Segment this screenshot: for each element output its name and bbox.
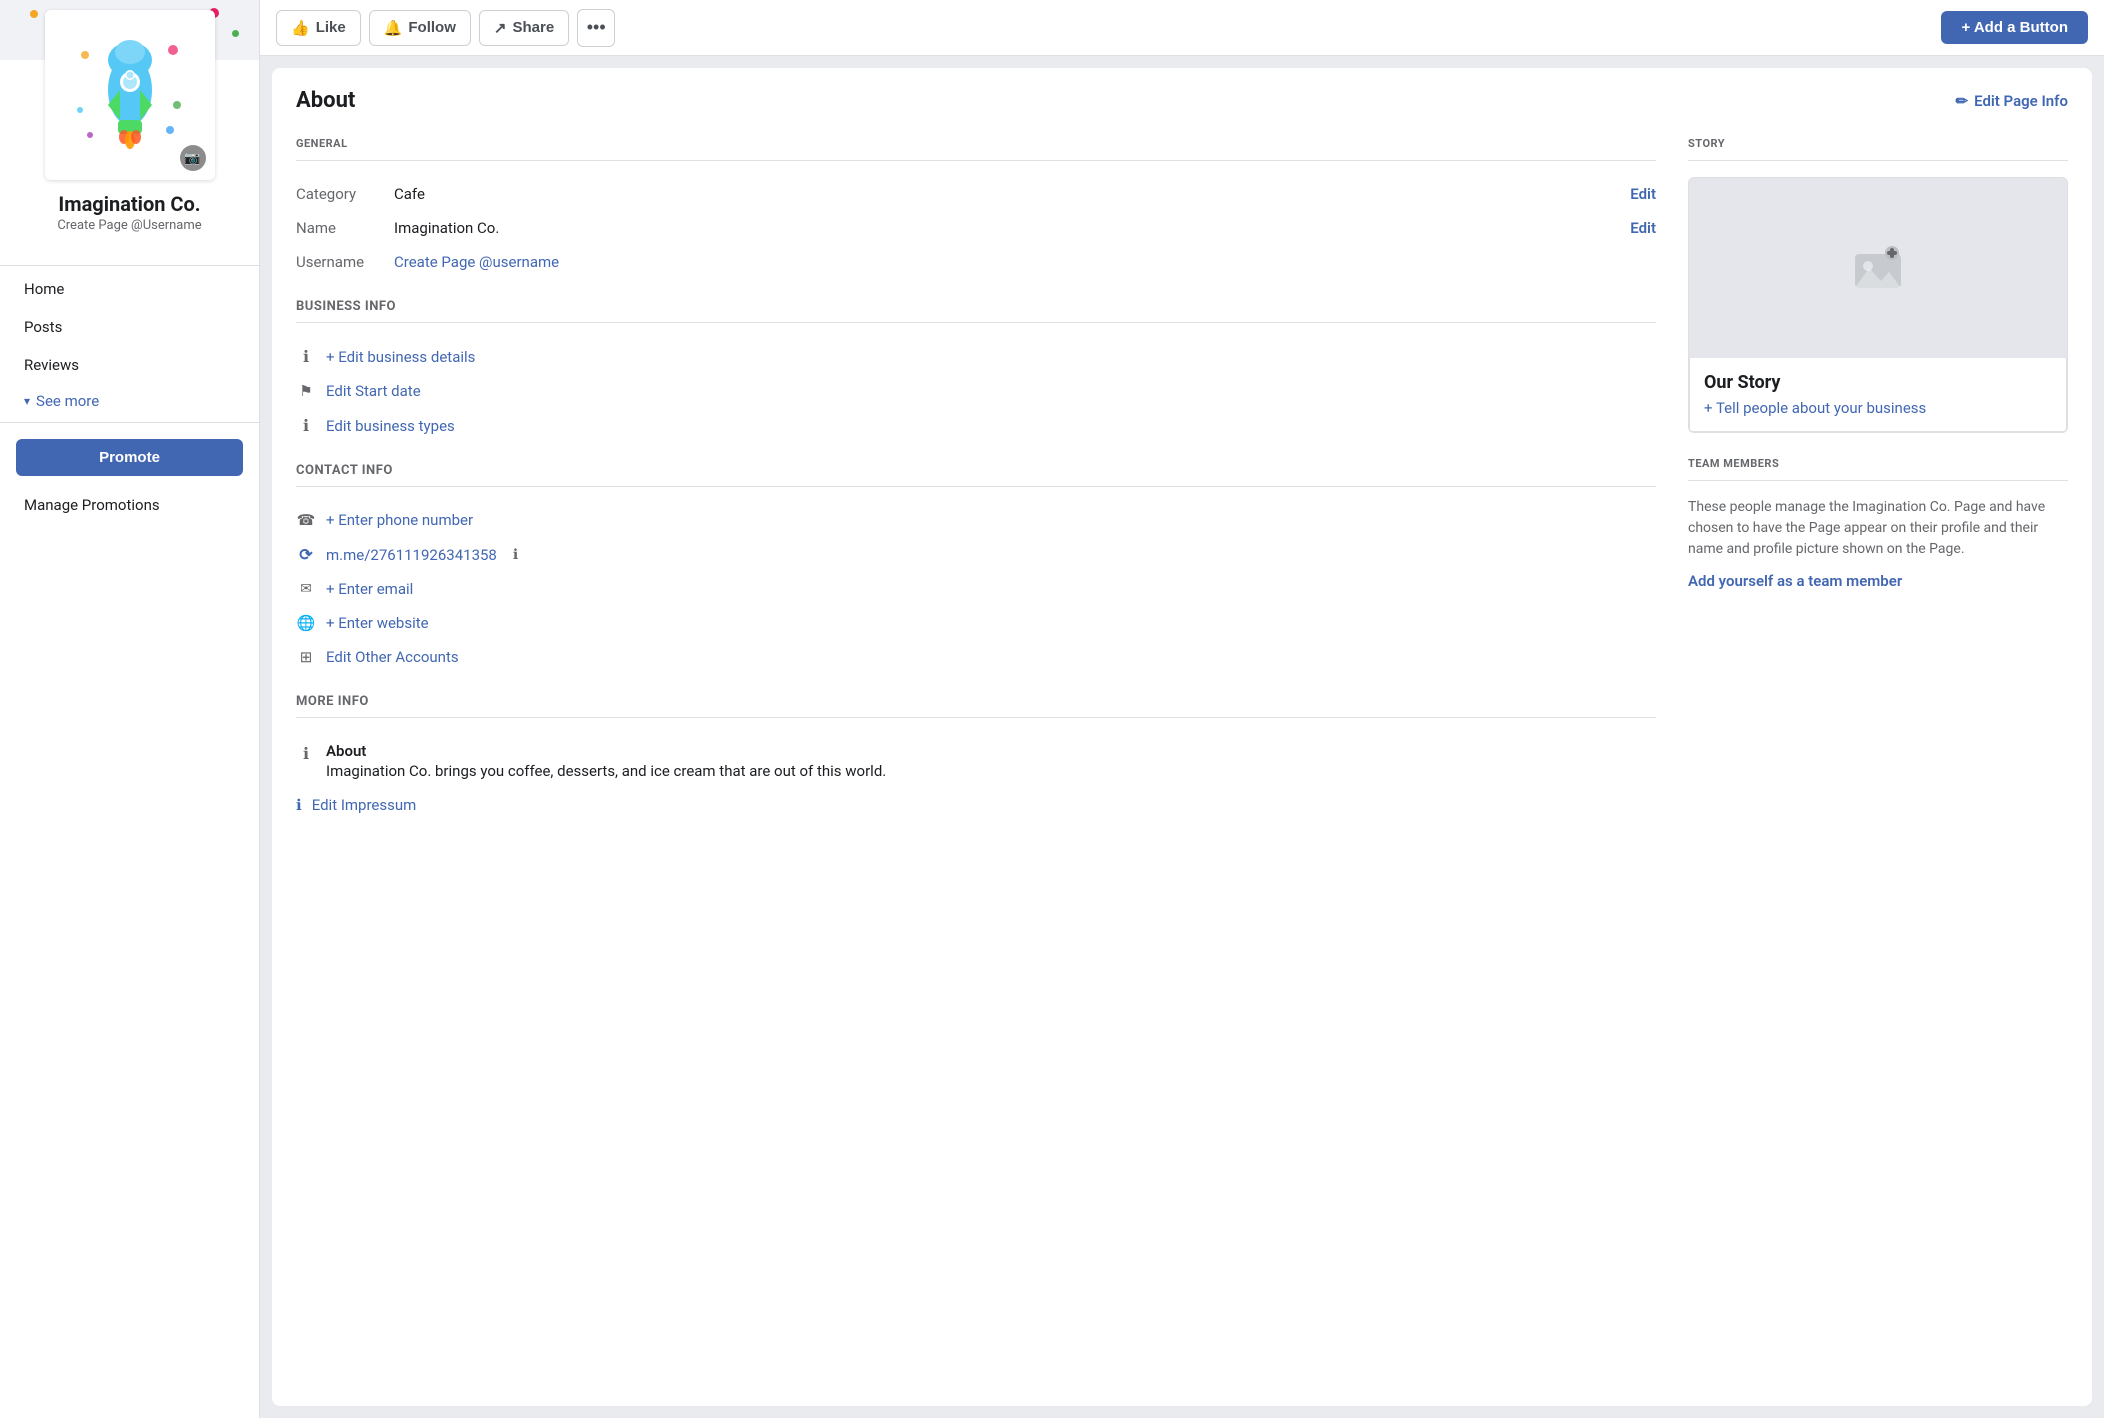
sidebar-page-username: Create Page @Username xyxy=(16,218,243,233)
messenger-icon: ⟳ xyxy=(296,545,316,564)
team-members-label: TEAM MEMBERS xyxy=(1688,457,2068,470)
story-section: STORY xyxy=(1688,137,2068,433)
enter-phone-item[interactable]: ☎ + Enter phone number xyxy=(296,503,1656,537)
messenger-info-icon: ℹ xyxy=(513,547,518,563)
edit-business-types-item[interactable]: ℹ Edit business types xyxy=(296,408,1656,443)
info-circle-icon: ℹ xyxy=(296,347,316,366)
email-icon: ✉ xyxy=(296,581,316,597)
enter-email-item[interactable]: ✉ + Enter email xyxy=(296,572,1656,606)
share-arrow-icon: ↗ xyxy=(494,19,507,37)
sidebar-profile: 📷 Imagination Co. Create Page @Username xyxy=(0,0,259,261)
about-header: About ✏ Edit Page Info xyxy=(296,88,2068,113)
follow-bell-icon: 🔔 xyxy=(384,19,403,37)
more-info-divider xyxy=(296,717,1656,718)
category-row: Category Cafe Edit xyxy=(296,177,1656,211)
sidebar-item-posts[interactable]: Posts xyxy=(8,308,251,346)
business-info-label: BUSINESS INFO xyxy=(296,299,1656,314)
category-label: Category xyxy=(296,185,386,203)
top-bar-right: + Add a Button xyxy=(1941,11,2088,44)
chevron-down-icon: ▾ xyxy=(24,394,30,408)
follow-button[interactable]: 🔔 Follow xyxy=(369,10,471,46)
general-section-label: GENERAL xyxy=(296,137,1656,150)
general-divider xyxy=(296,160,1656,161)
about-label: About xyxy=(326,742,886,760)
share-button[interactable]: ↗ Share xyxy=(479,10,569,46)
top-bar-left: 👍 Like 🔔 Follow ↗ Share ••• xyxy=(276,9,615,47)
about-left-column: GENERAL Category Cafe Edit Name Imaginat… xyxy=(296,133,1656,822)
name-edit-button[interactable]: Edit xyxy=(1630,219,1656,237)
story-divider xyxy=(1688,160,2068,161)
more-button[interactable]: ••• xyxy=(577,9,615,47)
add-photo-icon xyxy=(1853,246,1903,291)
about-description-item: ℹ About Imagination Co. brings you coffe… xyxy=(296,734,1656,788)
info-circle-icon-4: ℹ xyxy=(296,796,302,814)
grid-icon: ⊞ xyxy=(296,648,316,666)
team-members-description: These people manage the Imagination Co. … xyxy=(1688,497,2068,560)
team-members-divider xyxy=(1688,480,2068,481)
contact-info-label: CONTACT INFO xyxy=(296,463,1656,478)
edit-impressum-item[interactable]: ℹ Edit Impressum xyxy=(296,788,1656,822)
sidebar-divider-1 xyxy=(0,265,259,266)
username-row: Username Create Page @username xyxy=(296,245,1656,279)
globe-icon: 🌐 xyxy=(296,614,316,632)
edit-page-info-button[interactable]: ✏ Edit Page Info xyxy=(1956,92,2068,110)
about-columns: GENERAL Category Cafe Edit Name Imaginat… xyxy=(296,133,2068,822)
sidebar-see-more[interactable]: ▾ See more xyxy=(8,384,251,418)
sidebar-item-label: Home xyxy=(24,280,64,298)
sidebar-divider-2 xyxy=(0,422,259,423)
sidebar-item-label: Posts xyxy=(24,318,62,336)
team-members-section: TEAM MEMBERS These people manage the Ima… xyxy=(1688,457,2068,590)
name-value: Imagination Co. xyxy=(394,219,1622,237)
phone-icon: ☎ xyxy=(296,511,316,529)
sidebar: 📷 Imagination Co. Create Page @Username … xyxy=(0,0,260,1418)
story-content: Our Story + Tell people about your busin… xyxy=(1689,358,2067,432)
sidebar-manage-promotions[interactable]: Manage Promotions xyxy=(8,488,251,522)
category-value: Cafe xyxy=(394,185,1622,203)
story-image-placeholder xyxy=(1689,178,2067,358)
like-thumb-icon: 👍 xyxy=(291,19,310,37)
story-section-label: STORY xyxy=(1688,137,2068,150)
add-yourself-link[interactable]: Add yourself as a team member xyxy=(1688,572,1902,590)
avatar-camera-btn[interactable]: 📷 xyxy=(180,145,206,171)
about-section: About ✏ Edit Page Info GENERAL Category … xyxy=(272,68,2092,1406)
edit-start-date-item[interactable]: ⚑ Edit Start date xyxy=(296,374,1656,408)
name-row: Name Imagination Co. Edit xyxy=(296,211,1656,245)
pencil-icon: ✏ xyxy=(1956,92,1969,110)
about-value: Imagination Co. brings you coffee, desse… xyxy=(326,762,886,780)
like-button[interactable]: 👍 Like xyxy=(276,10,361,46)
sidebar-item-label: Reviews xyxy=(24,356,79,374)
more-info-label: MORE INFO xyxy=(296,694,1656,709)
avatar-container: 📷 xyxy=(0,10,259,180)
business-info-divider xyxy=(296,322,1656,323)
story-card: Our Story + Tell people about your busin… xyxy=(1688,177,2068,433)
username-label: Username xyxy=(296,253,386,271)
about-description-header: ℹ About Imagination Co. brings you coffe… xyxy=(296,742,1656,780)
sidebar-item-reviews[interactable]: Reviews xyxy=(8,346,251,384)
category-edit-button[interactable]: Edit xyxy=(1630,185,1656,203)
messenger-item: ⟳ m.me/276111926341358 ℹ xyxy=(296,537,1656,572)
enter-website-item[interactable]: 🌐 + Enter website xyxy=(296,606,1656,640)
sidebar-item-home[interactable]: Home xyxy=(8,270,251,308)
flag-icon: ⚑ xyxy=(296,382,316,400)
about-description-content: About Imagination Co. brings you coffee,… xyxy=(326,742,886,780)
story-title: Our Story xyxy=(1704,372,2052,393)
about-right-column: STORY xyxy=(1688,133,2068,822)
top-bar: 👍 Like 🔔 Follow ↗ Share ••• + Add a Butt… xyxy=(260,0,2104,56)
name-label: Name xyxy=(296,219,386,237)
info-circle-icon-2: ℹ xyxy=(296,416,316,435)
tell-people-link[interactable]: + Tell people about your business xyxy=(1704,399,1926,417)
avatar: 📷 xyxy=(45,10,215,180)
info-circle-icon-3: ℹ xyxy=(296,744,316,763)
sidebar-page-name: Imagination Co. xyxy=(16,192,243,216)
about-title: About xyxy=(296,88,355,113)
rocket-icon xyxy=(65,30,195,160)
contact-info-divider xyxy=(296,486,1656,487)
main-content: 👍 Like 🔔 Follow ↗ Share ••• + Add a Butt… xyxy=(260,0,2104,1418)
edit-other-accounts-item[interactable]: ⊞ Edit Other Accounts xyxy=(296,640,1656,674)
edit-business-details-item[interactable]: ℹ + Edit business details xyxy=(296,339,1656,374)
promote-button[interactable]: Promote xyxy=(16,439,243,476)
add-button-cta[interactable]: + Add a Button xyxy=(1941,11,2088,44)
create-username-link[interactable]: Create Page @username xyxy=(394,253,559,271)
